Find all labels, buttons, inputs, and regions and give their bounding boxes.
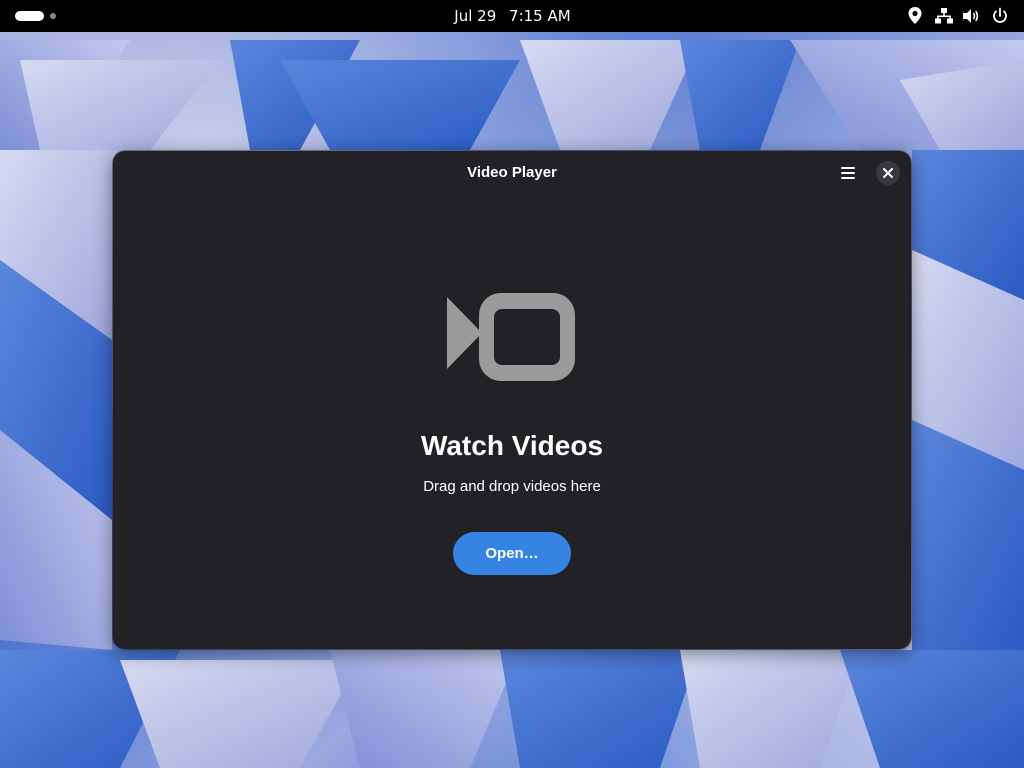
power-icon[interactable]: [990, 6, 1010, 26]
clock[interactable]: Jul 29 7:15 AM: [440, 0, 585, 32]
workspace-dot-indicator: [50, 13, 56, 19]
hamburger-menu-icon: [841, 167, 855, 169]
close-button[interactable]: [876, 161, 900, 185]
window-title: Video Player: [467, 164, 557, 181]
empty-state-subtitle: Drag and drop videos here: [423, 478, 601, 495]
location-icon[interactable]: [906, 6, 926, 26]
video-camera-icon: [446, 293, 576, 383]
clock-time: 7:15 AM: [509, 7, 571, 25]
open-button[interactable]: Open…: [453, 532, 571, 575]
empty-state-title: Watch Videos: [420, 430, 604, 461]
volume-icon[interactable]: [961, 6, 981, 26]
hamburger-menu-icon-bar: [841, 172, 855, 174]
hamburger-menu-icon-bar: [841, 177, 855, 179]
close-icon: [883, 168, 893, 178]
active-workspace-indicator: [15, 11, 44, 21]
window-headerbar[interactable]: Video Player: [113, 151, 911, 197]
empty-state: Watch Videos Drag and drop videos here O…: [113, 197, 911, 649]
top-bar: Jul 29 7:15 AM: [0, 0, 1024, 32]
activities-button[interactable]: [15, 11, 61, 21]
network-icon[interactable]: [934, 6, 954, 26]
video-player-window: Video Player Watch Videos Drag and drop …: [113, 151, 911, 649]
main-menu-button[interactable]: [835, 161, 859, 185]
clock-date: Jul 29: [454, 7, 497, 25]
